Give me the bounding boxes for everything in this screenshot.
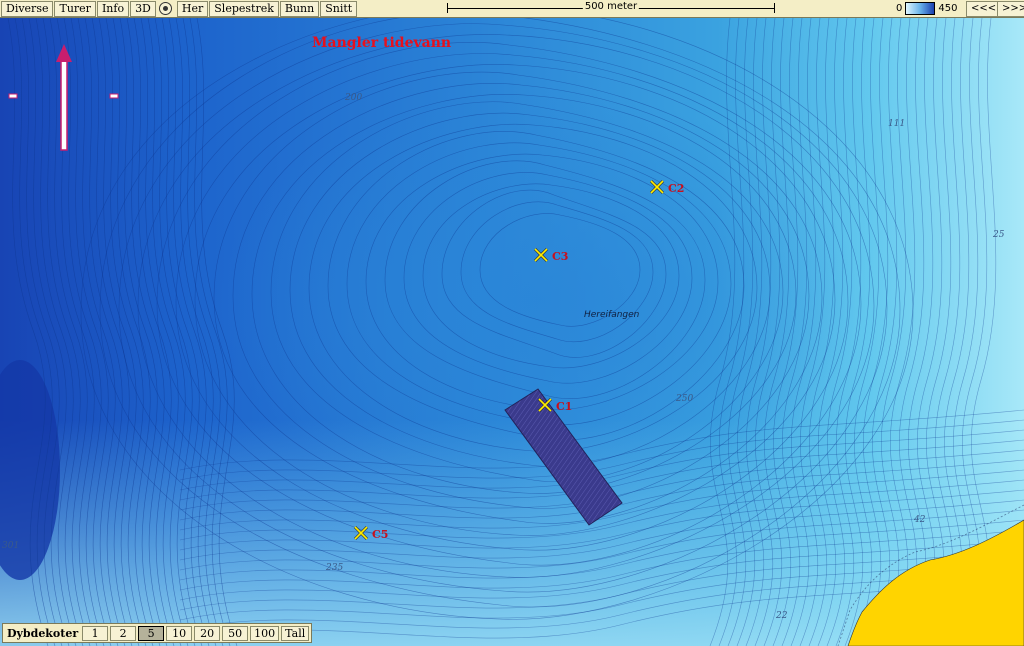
depth-contour-label: Dybdekoter (7, 626, 79, 640)
menu-slepestrek[interactable]: Slepestrek (209, 0, 279, 17)
depth-label: 25 (992, 230, 1005, 240)
depth-label: 111 (888, 119, 905, 129)
depth-gradient-swatch (905, 2, 936, 15)
place-name-label: Hereifangen (584, 310, 640, 320)
depth-label: 42 (913, 515, 926, 525)
menu-diverse[interactable]: Diverse (1, 0, 54, 17)
scale-bar: 500 meter (447, 1, 775, 13)
contour-option-20[interactable]: 20 (194, 625, 221, 641)
menu-turer[interactable]: Turer (54, 0, 96, 17)
contour-option-50[interactable]: 50 (222, 625, 249, 641)
depth-label: 301 (2, 541, 19, 551)
contour-option-2[interactable]: 2 (110, 625, 137, 641)
menu-bunn[interactable]: Bunn (279, 0, 320, 17)
menu-3d[interactable]: 3D (130, 0, 156, 17)
contour-option-5[interactable]: 5 (138, 625, 165, 641)
depth-color-scale: 0 450 (896, 2, 957, 15)
contour-option-tall[interactable]: Tall (281, 625, 310, 641)
menu-her[interactable]: Her (176, 0, 209, 17)
tide-warning: Mangler tidevann (312, 35, 452, 51)
depth-min-label: 0 (896, 3, 903, 14)
depth-label: 250 (675, 394, 693, 404)
depth-label: 200 (344, 93, 362, 103)
scale-label: 500 meter (582, 1, 640, 12)
contour-option-10[interactable]: 10 (166, 625, 193, 641)
nav-prev-button[interactable]: <<< (966, 1, 1002, 17)
depth-label: 235 (325, 563, 343, 573)
position-target-icon[interactable] (158, 2, 172, 15)
top-toolbar: Diverse Turer Info 3D Her Slepestrek Bun… (0, 0, 1024, 18)
menu-snitt[interactable]: Snitt (320, 0, 358, 17)
contour-option-100[interactable]: 100 (250, 625, 280, 641)
marker-label: C3 (552, 250, 568, 263)
depth-contour-bar: Dybdekoter 1 2 5 10 20 50 100 Tall (2, 623, 313, 643)
menu-info[interactable]: Info (96, 0, 130, 17)
marker-label: C5 (372, 528, 388, 541)
marker-label: C1 (556, 400, 572, 413)
nav-next-button[interactable]: >>> (997, 1, 1024, 17)
depth-label: 22 (775, 611, 788, 621)
depth-max-label: 450 (938, 3, 958, 14)
bathymetry-map[interactable]: 200111252504222235301Hereifangen C1C2C3C… (0, 0, 1024, 646)
contour-option-1[interactable]: 1 (82, 625, 109, 641)
marker-label: C2 (668, 182, 684, 195)
